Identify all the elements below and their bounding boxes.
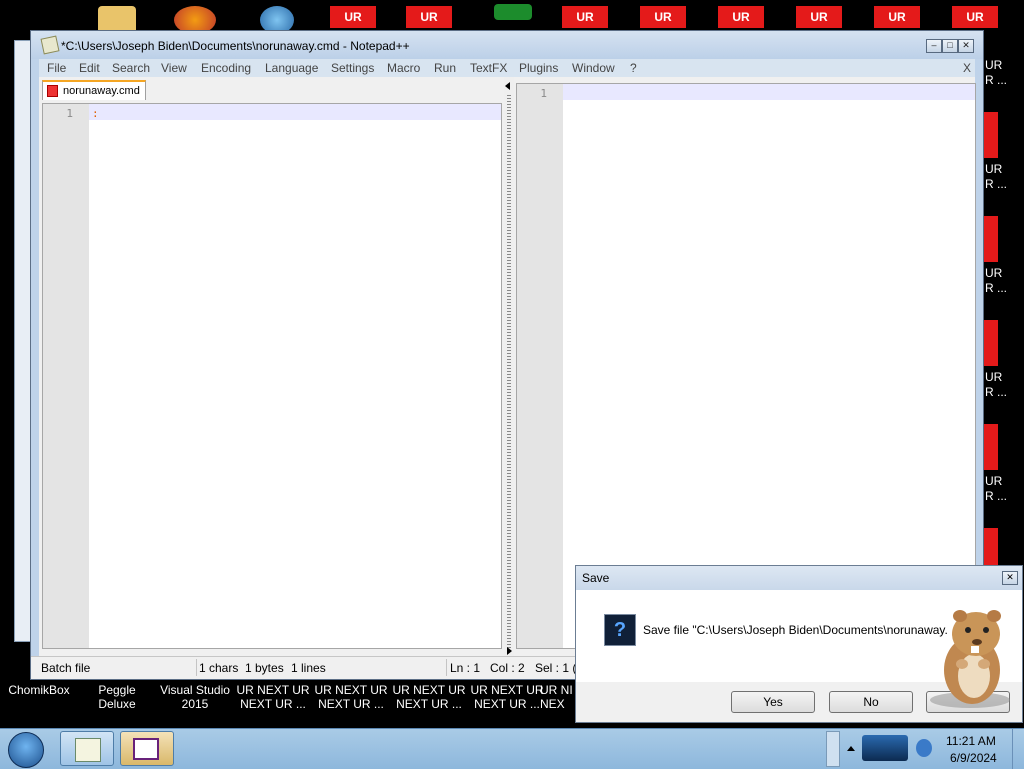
view-splitter[interactable] xyxy=(504,77,514,657)
line-number-gutter xyxy=(43,104,89,648)
status-divider xyxy=(196,659,197,676)
menu-macro[interactable]: Macro xyxy=(387,61,420,75)
status-ln: Ln : 1 xyxy=(450,661,481,675)
desktop-label-chomikbox[interactable]: ChomikBox xyxy=(0,683,78,697)
menu-help[interactable]: ? xyxy=(630,61,637,75)
left-editor-pane[interactable]: 1 : xyxy=(42,103,502,649)
menu-encoding[interactable]: Encoding xyxy=(201,61,251,75)
notepad-icon xyxy=(75,738,101,762)
question-icon: ? xyxy=(604,614,636,646)
desktop-icon-ur[interactable]: UR xyxy=(952,6,998,28)
menu-plugins[interactable]: Plugins xyxy=(519,61,558,75)
line-number: 1 xyxy=(540,87,547,100)
window-title: *C:\Users\Joseph Biden\Documents\norunaw… xyxy=(61,39,410,53)
desktop-label-side: UR R ... xyxy=(985,370,1008,399)
status-file-type: Batch file xyxy=(41,661,91,675)
desktop-label-side: UR R ... xyxy=(985,266,1008,295)
code-text[interactable]: : xyxy=(92,107,99,120)
notepad-icon xyxy=(40,35,60,55)
current-line-highlight xyxy=(89,104,501,120)
status-col: Col : 2 xyxy=(490,661,525,675)
menu-settings[interactable]: Settings xyxy=(331,61,374,75)
show-hidden-icons-icon[interactable] xyxy=(847,746,855,751)
tab-norunaway[interactable]: norunaway.cmd xyxy=(42,80,146,100)
no-button[interactable]: No xyxy=(829,691,913,713)
dialog-title-bar[interactable]: Save ✕ xyxy=(576,566,1022,590)
desktop-label-side: UR R ... xyxy=(985,474,1008,503)
clock-date[interactable]: 6/9/2024 xyxy=(950,751,997,765)
scroll-up-icon[interactable] xyxy=(826,731,840,767)
visual-studio-icon xyxy=(133,738,159,760)
desktop-label-visual-studio[interactable]: Visual Studio 2015 xyxy=(156,683,234,711)
minimize-button[interactable]: – xyxy=(926,39,942,53)
desktop-label-peggle[interactable]: Peggle Deluxe xyxy=(78,683,156,711)
taskbar-visual-studio-button[interactable] xyxy=(120,731,174,766)
desktop-label-ur[interactable]: UR NEXT UR NEXT UR ... xyxy=(468,683,546,711)
tab-label: norunaway.cmd xyxy=(63,85,140,97)
desktop-label-ur[interactable]: UR NEXT UR NEXT UR ... xyxy=(390,683,468,711)
splitter-grip[interactable] xyxy=(507,95,511,653)
maximize-button[interactable]: □ xyxy=(942,39,958,53)
desktop-label-side: UR R ... xyxy=(985,162,1008,191)
start-button[interactable] xyxy=(8,732,44,768)
menu-edit[interactable]: Edit xyxy=(79,61,100,75)
hamster-icon xyxy=(930,610,1010,708)
menu-close-doc[interactable]: X xyxy=(963,61,971,75)
clock-time[interactable]: 11:21 AM xyxy=(946,734,996,748)
dialog-title: Save xyxy=(582,571,610,585)
desktop-icon-ur[interactable]: UR xyxy=(718,6,764,28)
desktop-icon-ur[interactable]: UR xyxy=(796,6,842,28)
network-icon[interactable] xyxy=(916,739,932,757)
dialog-message: Save file "C:\Users\Joseph Biden\Documen… xyxy=(643,623,948,637)
show-desktop-button[interactable] xyxy=(1012,729,1024,769)
tray-app-icon[interactable] xyxy=(862,735,908,761)
title-bar[interactable]: *C:\Users\Joseph Biden\Documents\norunaw… xyxy=(31,31,983,59)
menu-search[interactable]: Search xyxy=(112,61,150,75)
yes-button[interactable]: Yes xyxy=(731,691,815,713)
desktop-icon-ur[interactable]: UR xyxy=(562,6,608,28)
desktop-icon-ur[interactable]: UR xyxy=(640,6,686,28)
taskbar-notepad-button[interactable] xyxy=(60,731,114,766)
status-lines: 1 lines xyxy=(291,661,326,675)
status-bytes: 1 bytes xyxy=(245,661,284,675)
menu-run[interactable]: Run xyxy=(434,61,456,75)
status-divider xyxy=(446,659,447,676)
arrow-left-icon[interactable] xyxy=(505,82,510,90)
status-chars: 1 chars xyxy=(199,661,239,675)
menu-textfx[interactable]: TextFX xyxy=(470,61,507,75)
app-icon-green[interactable] xyxy=(494,4,532,20)
desktop-icon-ur[interactable]: UR xyxy=(330,6,376,28)
line-number: 1 xyxy=(66,107,73,120)
line-number-gutter xyxy=(517,84,563,648)
desktop-icon-ur[interactable]: UR xyxy=(406,6,452,28)
desktop-icon-ur[interactable]: UR xyxy=(874,6,920,28)
desktop-label-ur[interactable]: UR NI NEX xyxy=(540,683,580,711)
desktop-label-ur[interactable]: UR NEXT UR NEXT UR ... xyxy=(312,683,390,711)
dialog-close-button[interactable]: ✕ xyxy=(1002,571,1018,585)
close-button[interactable]: ✕ xyxy=(958,39,974,53)
desktop-label-side: UR R ... xyxy=(985,58,1008,87)
taskbar: 11:21 AM 6/9/2024 xyxy=(0,728,1024,769)
arrow-right-icon[interactable] xyxy=(507,647,512,655)
menu-file[interactable]: File xyxy=(47,61,66,75)
current-line-highlight xyxy=(563,84,975,100)
menu-language[interactable]: Language xyxy=(265,61,318,75)
desktop-label-ur[interactable]: UR NEXT UR NEXT UR ... xyxy=(234,683,312,711)
menu-window[interactable]: Window xyxy=(572,61,615,75)
menu-bar: File Edit Search View Encoding Language … xyxy=(39,59,975,77)
menu-view[interactable]: View xyxy=(161,61,187,75)
unsaved-file-icon xyxy=(47,85,58,97)
